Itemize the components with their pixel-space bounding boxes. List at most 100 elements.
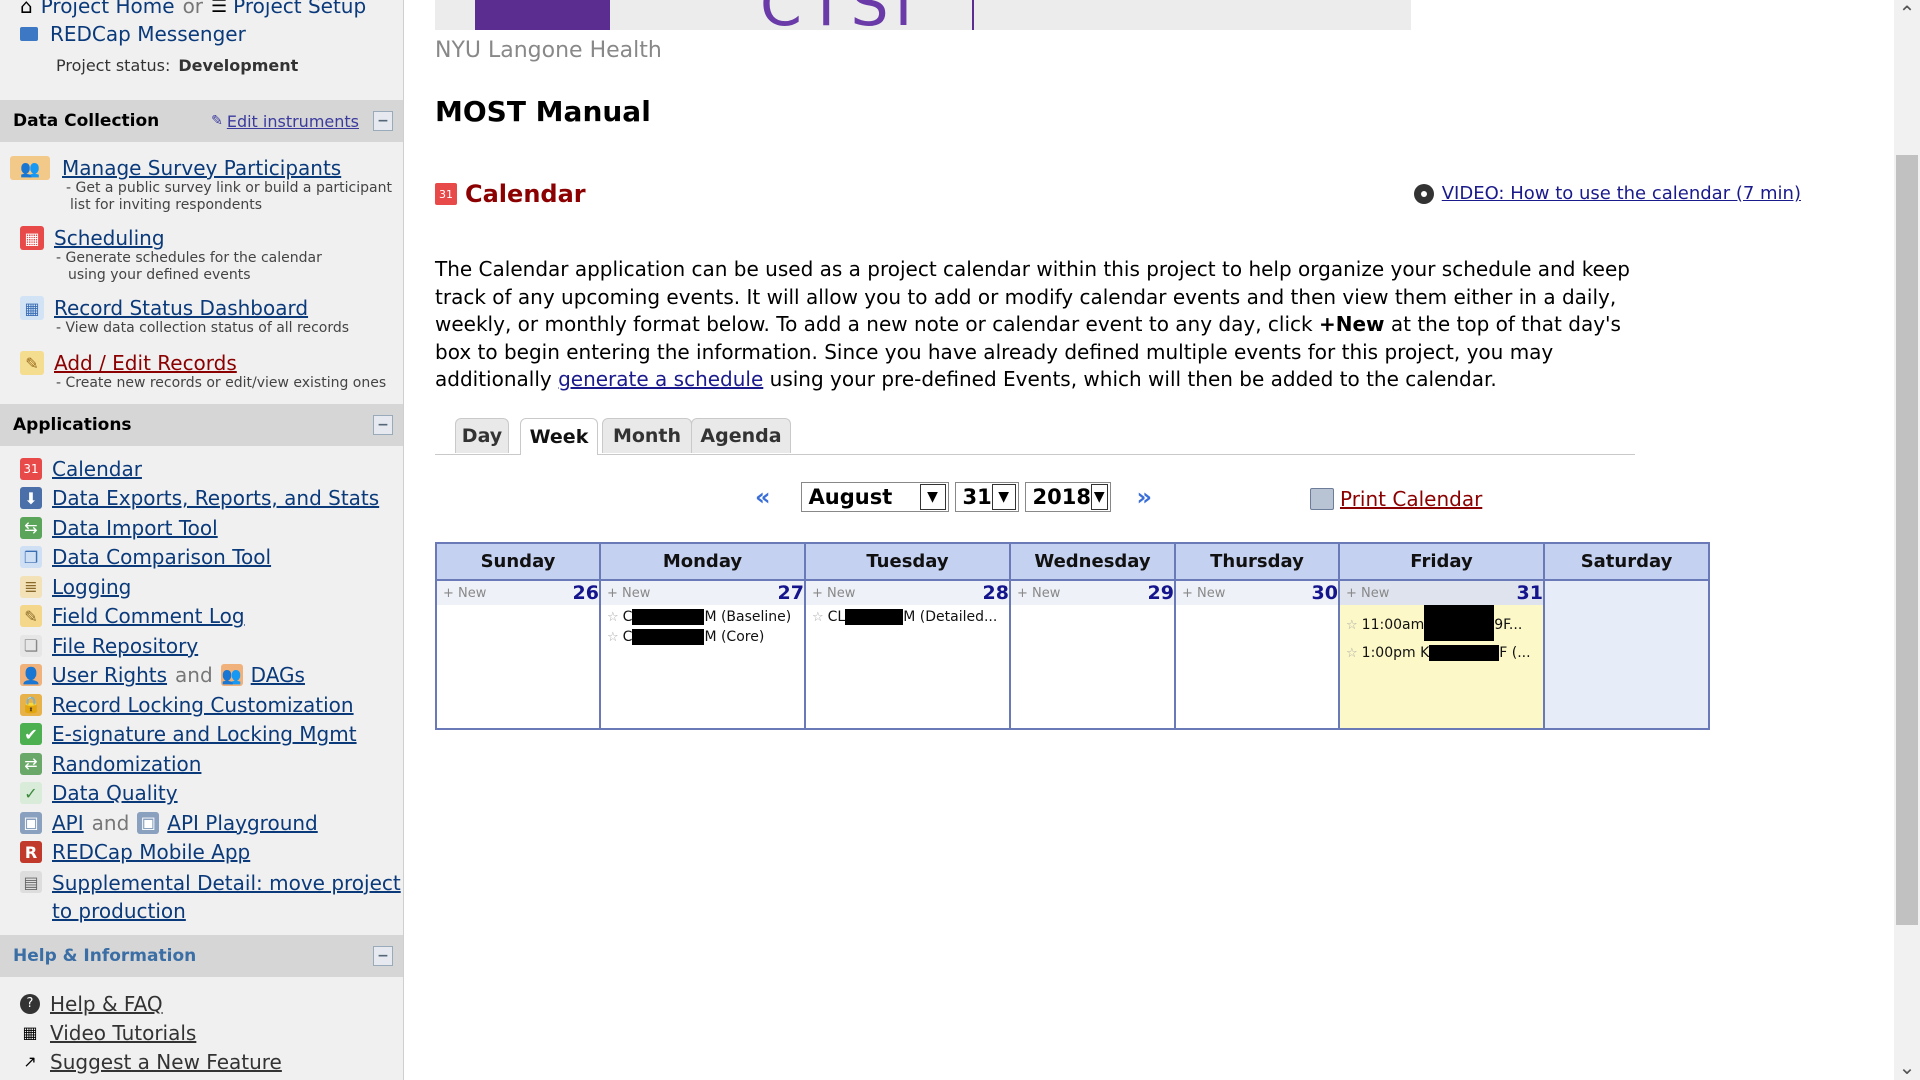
- sidebar-item-esignature[interactable]: ✔ E-signature and Locking Mgmt: [0, 720, 403, 750]
- sidebar-item-add-edit-records[interactable]: ✎ Add / Edit Records: [0, 351, 403, 375]
- collapse-data-collection-button[interactable]: −: [373, 111, 393, 131]
- previous-arrow-icon[interactable]: «: [755, 483, 771, 511]
- tab-day[interactable]: Day: [455, 418, 509, 453]
- user-rights-link[interactable]: User Rights: [52, 663, 167, 687]
- calendar-event[interactable]: ☆ CL M (Detailed...: [806, 605, 1009, 625]
- sidebar-item-data-comparison[interactable]: ❐ Data Comparison Tool: [0, 543, 403, 573]
- new-event-link[interactable]: + New: [443, 586, 486, 601]
- redaction-block: [632, 609, 705, 625]
- event-text-end: M (Baseline): [704, 609, 792, 625]
- data-quality-link[interactable]: Data Quality: [52, 781, 178, 805]
- sidebar-item-manage-survey-participants[interactable]: 👥 Manage Survey Participants: [0, 156, 403, 180]
- main-content: CTSI NYU Langone Health MOST Manual 31 C…: [435, 0, 1895, 1080]
- esignature-link[interactable]: E-signature and Locking Mgmt: [52, 722, 357, 746]
- calendar-link[interactable]: Calendar: [52, 457, 142, 481]
- supplemental-link-line2[interactable]: to production: [52, 899, 401, 923]
- print-calendar-link[interactable]: Print Calendar: [1340, 487, 1482, 511]
- scroll-up-icon[interactable]: ⌃: [1894, 0, 1920, 26]
- sidebar-item-randomization[interactable]: ⇄ Randomization: [0, 749, 403, 779]
- data-comparison-link[interactable]: Data Comparison Tool: [52, 545, 271, 569]
- project-home-link[interactable]: Project Home: [41, 0, 175, 18]
- sidebar-item-api[interactable]: ▣ API and ▣ API Playground: [0, 808, 403, 838]
- sidebar-item-suggest-feature[interactable]: ↗ Suggest a New Feature: [0, 1047, 403, 1076]
- sidebar-item-logging[interactable]: ≣ Logging: [0, 572, 403, 602]
- tab-agenda[interactable]: Agenda: [691, 418, 791, 453]
- sidebar-item-supplemental[interactable]: ▤ Supplemental Detail: move project to p…: [0, 867, 403, 923]
- manage-survey-participants-link[interactable]: Manage Survey Participants: [62, 156, 341, 180]
- new-event-link[interactable]: + New: [812, 586, 855, 601]
- sidebar-item-data-import[interactable]: ⇆ Data Import Tool: [0, 513, 403, 543]
- mobile-app-link[interactable]: REDCap Mobile App: [52, 840, 250, 864]
- supplemental-link-line1[interactable]: Supplemental Detail: move project: [52, 871, 401, 895]
- day-value: 31: [962, 485, 992, 509]
- tab-month[interactable]: Month: [602, 418, 692, 453]
- data-import-link[interactable]: Data Import Tool: [52, 516, 218, 540]
- shuffle-icon: ⇄: [20, 752, 42, 775]
- logging-link[interactable]: Logging: [52, 575, 131, 599]
- day-number: 29: [1147, 582, 1174, 604]
- scroll-down-icon[interactable]: ⌄: [1894, 1054, 1920, 1080]
- tab-week[interactable]: Week: [520, 418, 598, 455]
- vertical-scrollbar[interactable]: ⌃ ⌄: [1894, 0, 1920, 1080]
- sidebar-item-data-exports[interactable]: ⬇ Data Exports, Reports, and Stats: [0, 484, 403, 514]
- data-exports-link[interactable]: Data Exports, Reports, and Stats: [52, 486, 379, 510]
- star-icon: ☆: [1346, 645, 1358, 661]
- sidebar-item-calendar[interactable]: 31 Calendar: [0, 454, 403, 484]
- sidebar-item-data-quality[interactable]: ✓ Data Quality: [0, 779, 403, 809]
- calendar-event[interactable]: ☆ 11:00am 9F...: [1340, 605, 1543, 641]
- calendar-event[interactable]: ☆ 1:00pm K F (...: [1340, 641, 1543, 661]
- field-comment-log-link[interactable]: Field Comment Log: [52, 604, 245, 628]
- sidebar-item-record-locking[interactable]: 🔒 Record Locking Customization: [0, 690, 403, 720]
- sidebar-item-file-repository[interactable]: ❏ File Repository: [0, 631, 403, 661]
- redcap-messenger-link[interactable]: REDCap Messenger: [50, 22, 246, 46]
- sidebar-item-scheduling[interactable]: ▦ Scheduling: [0, 226, 403, 250]
- calendar-view-tabs: Day Week Month Agenda: [435, 416, 1635, 455]
- new-event-link[interactable]: + New: [1346, 586, 1389, 601]
- month-select[interactable]: August ▼: [800, 482, 949, 512]
- banner-logo-text: CTSI: [760, 0, 918, 30]
- record-locking-link[interactable]: Record Locking Customization: [52, 693, 354, 717]
- table-grid-icon: ▦: [20, 296, 44, 320]
- video-link[interactable]: VIDEO: How to use the calendar (7 min): [1442, 183, 1801, 204]
- scheduling-link[interactable]: Scheduling: [54, 226, 165, 250]
- video-tutorial[interactable]: VIDEO: How to use the calendar (7 min): [1413, 183, 1801, 204]
- sidebar-item-mobile-app[interactable]: R REDCap Mobile App: [0, 838, 403, 868]
- external-link-icon: ↗: [23, 1052, 37, 1071]
- new-event-link[interactable]: + New: [1017, 586, 1060, 601]
- print-calendar[interactable]: Print Calendar: [1310, 487, 1482, 511]
- api-link[interactable]: API: [52, 811, 84, 835]
- next-arrow-icon[interactable]: »: [1137, 483, 1153, 511]
- sidebar-item-record-status-dashboard[interactable]: ▦ Record Status Dashboard: [0, 296, 403, 320]
- year-select[interactable]: 2018 ▼: [1024, 482, 1111, 512]
- scrollbar-thumb[interactable]: [1896, 155, 1918, 925]
- video-tutorials-link[interactable]: Video Tutorials: [50, 1021, 196, 1045]
- sidebar-item-video-tutorials[interactable]: ▦ Video Tutorials: [0, 1018, 403, 1047]
- new-event-link[interactable]: + New: [1182, 586, 1225, 601]
- dags-link[interactable]: DAGs: [251, 663, 305, 687]
- calendar-page-header: 31 Calendar: [435, 180, 586, 208]
- add-edit-records-link[interactable]: Add / Edit Records: [54, 351, 237, 375]
- calendar-event[interactable]: ☆ C M (Baseline): [601, 605, 804, 625]
- day-number: 31: [1516, 582, 1543, 604]
- new-event-link[interactable]: + New: [607, 586, 650, 601]
- suggest-feature-link[interactable]: Suggest a New Feature: [50, 1050, 282, 1074]
- help-faq-link[interactable]: Help & FAQ: [50, 992, 163, 1016]
- collapse-help-button[interactable]: −: [373, 946, 393, 966]
- file-repository-link[interactable]: File Repository: [52, 634, 198, 658]
- applications-header: Applications −: [0, 404, 403, 446]
- weekday-friday: Friday: [1338, 542, 1545, 581]
- randomization-link[interactable]: Randomization: [52, 752, 201, 776]
- year-value: 2018: [1032, 485, 1091, 509]
- collapse-applications-button[interactable]: −: [373, 415, 393, 435]
- calendar-icon: 31: [435, 183, 457, 205]
- sidebar-item-user-rights[interactable]: 👤 User Rights and 👥 DAGs: [0, 661, 403, 691]
- sidebar-item-help-faq[interactable]: ? Help & FAQ: [0, 989, 403, 1018]
- calendar-event[interactable]: ☆ C M (Core): [601, 625, 804, 645]
- day-select[interactable]: 31 ▼: [954, 482, 1019, 512]
- edit-instruments-link[interactable]: Edit instruments: [227, 112, 359, 131]
- api-playground-link[interactable]: API Playground: [167, 811, 317, 835]
- sidebar-item-field-comment-log[interactable]: ✎ Field Comment Log: [0, 602, 403, 632]
- generate-schedule-link[interactable]: generate a schedule: [558, 367, 763, 391]
- record-status-dashboard-link[interactable]: Record Status Dashboard: [54, 296, 308, 320]
- project-setup-link[interactable]: Project Setup: [233, 0, 366, 18]
